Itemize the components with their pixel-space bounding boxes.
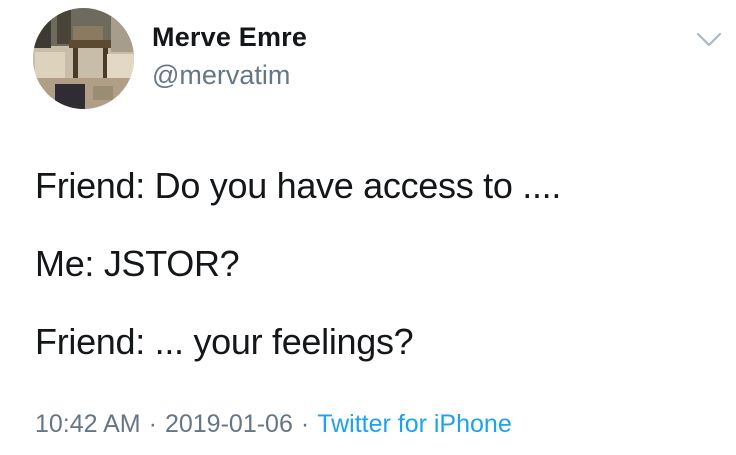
meta-separator: ·	[148, 410, 157, 438]
tweet-time[interactable]: 10:42 AM	[35, 410, 141, 438]
tweet-text-line: Friend: Do you have access to ....	[35, 165, 562, 206]
chevron-down-icon	[694, 26, 724, 52]
tweet-menu-button[interactable]	[694, 26, 724, 52]
tweet-metadata: 10:42 AM · 2019-01-06 · Twitter for iPhone	[35, 410, 512, 439]
tweet-text-line: Friend: ... your feelings?	[35, 321, 414, 362]
tweet-text-line: Me: JSTOR?	[35, 243, 240, 284]
author-name[interactable]: Merve Emre	[152, 22, 307, 53]
tweet-source-link[interactable]: Twitter for iPhone	[317, 410, 512, 438]
avatar-photo	[33, 8, 134, 109]
author-handle[interactable]: @mervatim	[152, 60, 290, 91]
tweet-card: Merve Emre @mervatim Friend: Do you have…	[0, 0, 736, 455]
meta-separator: ·	[300, 410, 310, 438]
avatar[interactable]	[33, 8, 134, 109]
tweet-date[interactable]: 2019-01-06	[165, 410, 293, 438]
